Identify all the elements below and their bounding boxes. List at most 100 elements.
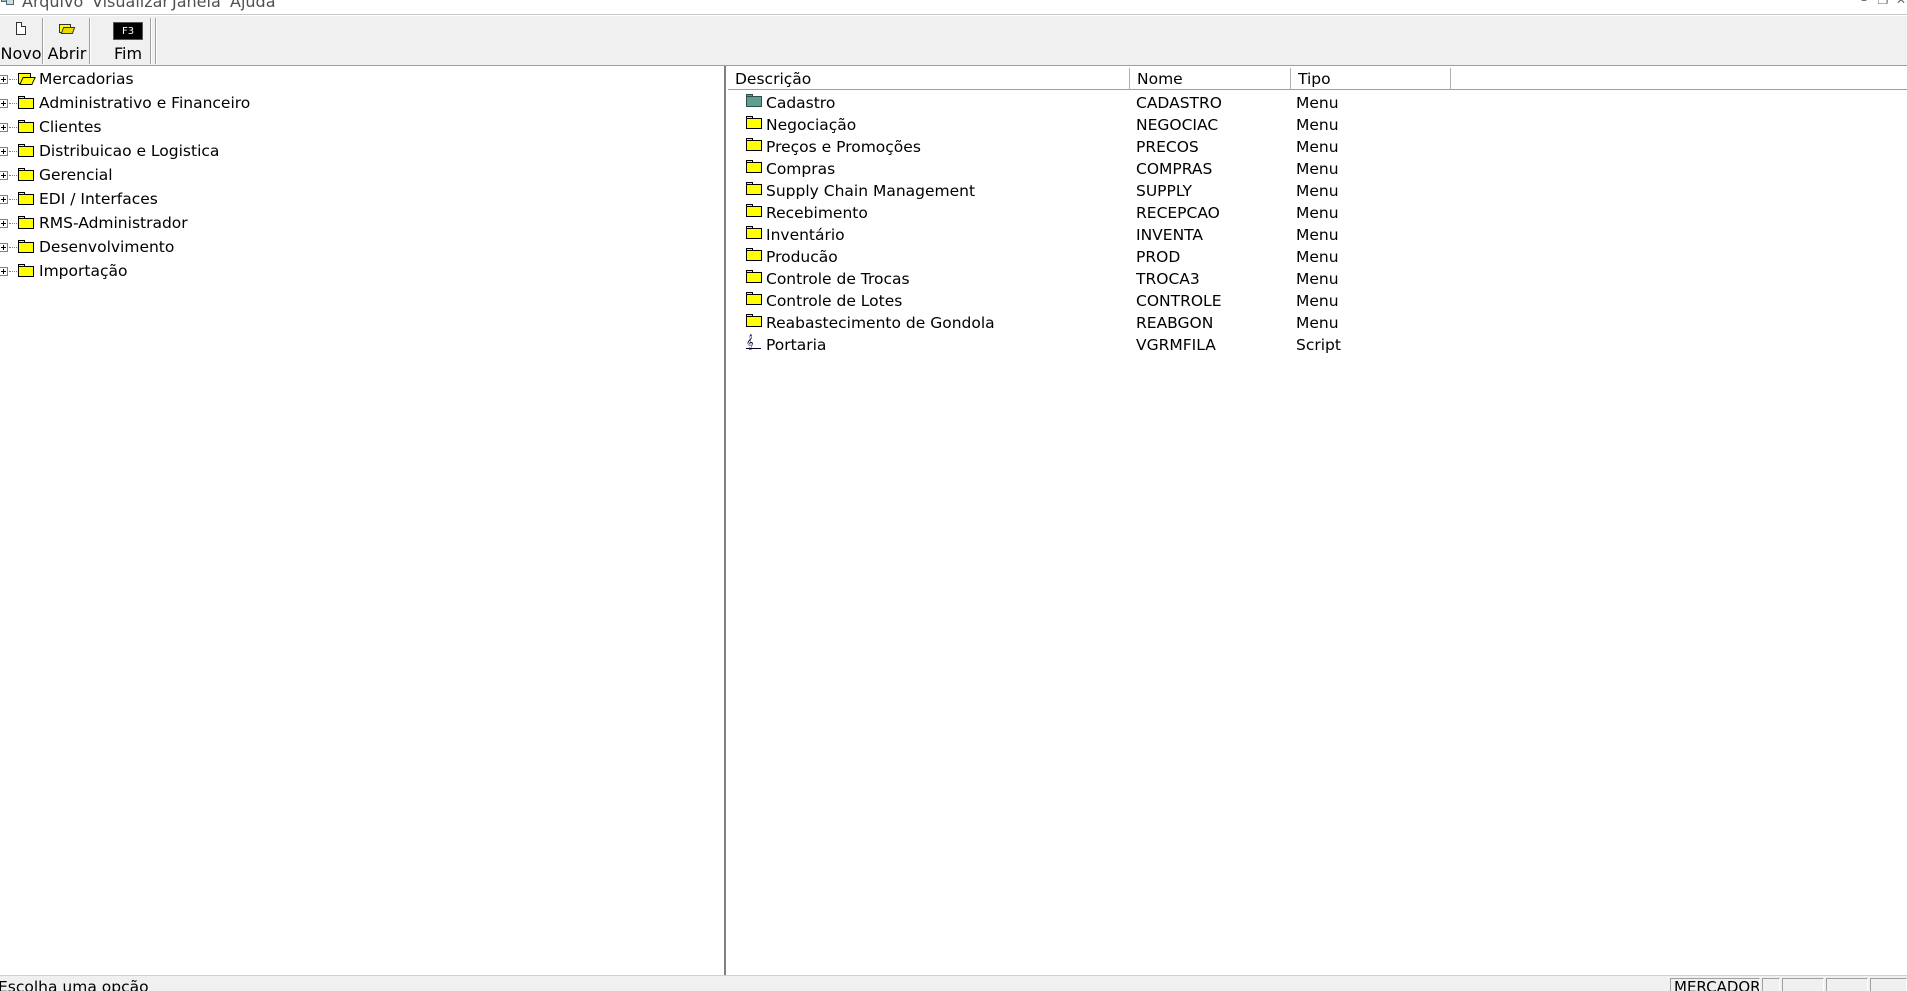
- list-row[interactable]: Cadastro CADASTRO Menu: [728, 92, 1907, 114]
- row-tipo: Menu: [1296, 292, 1339, 310]
- row-nome: VGRMFILA: [1136, 336, 1216, 354]
- close-button[interactable]: ✕: [1891, 0, 1907, 9]
- folder-icon: [18, 144, 34, 157]
- tree-item-label: Clientes: [39, 118, 102, 136]
- column-header-nome[interactable]: Nome: [1130, 68, 1291, 90]
- row-nome: PROD: [1136, 248, 1181, 266]
- abrir-label: Abrir: [47, 44, 87, 63]
- menu-bar: Arquivo Visualizar Janela Ajuda – ❐ ✕: [0, 0, 1907, 15]
- list-row[interactable]: Inventário INVENTA Menu: [728, 224, 1907, 246]
- folder-icon: [18, 192, 34, 205]
- open-folder-icon: [59, 22, 76, 34]
- folder-icon: [746, 204, 762, 217]
- tree-item-edi-interfaces[interactable]: EDI / Interfaces: [0, 188, 720, 210]
- tree-item-desenvolvimento[interactable]: Desenvolvimento: [0, 236, 720, 258]
- expand-icon[interactable]: [0, 123, 8, 132]
- expand-icon[interactable]: [0, 267, 8, 276]
- folder-icon: [746, 138, 762, 151]
- list-row[interactable]: Producão PROD Menu: [728, 246, 1907, 268]
- row-tipo: Menu: [1296, 204, 1339, 222]
- expand-icon[interactable]: [0, 147, 8, 156]
- status-bar: Escolha uma opção MERCADOR: [0, 975, 1907, 991]
- tree-item-label: RMS-Administrador: [39, 214, 188, 232]
- list-row[interactable]: 𝄞 Portaria VGRMFILA Script: [728, 334, 1907, 356]
- tree-item-label: Mercadorias: [39, 70, 134, 88]
- status-panel: [1870, 978, 1907, 991]
- folder-icon: [746, 160, 762, 173]
- tree-item-label: Importação: [39, 262, 128, 280]
- novo-label: Novo: [0, 44, 42, 63]
- script-icon: 𝄞: [746, 336, 762, 352]
- fim-button[interactable]: F3 Fim: [106, 18, 150, 64]
- row-nome: NEGOCIAC: [1136, 116, 1219, 134]
- folder-icon: [746, 292, 762, 305]
- tree-item-administrativo[interactable]: Administrativo e Financeiro: [0, 92, 720, 114]
- folder-icon: [746, 116, 762, 129]
- tree-pane[interactable]: Mercadorias Administrativo e Financeiro …: [0, 66, 726, 975]
- column-header-tipo[interactable]: Tipo: [1291, 68, 1451, 90]
- list-row[interactable]: Controle de Trocas TROCA3 Menu: [728, 268, 1907, 290]
- new-document-icon: [16, 22, 26, 35]
- toolbar: Novo Abrir F3 Fim: [0, 16, 1907, 66]
- menu-visualizar[interactable]: Visualizar: [92, 0, 169, 12]
- menu-janela[interactable]: Janela: [172, 0, 221, 12]
- row-tipo: Menu: [1296, 314, 1339, 332]
- tree-item-clientes[interactable]: Clientes: [0, 116, 720, 138]
- row-tipo: Menu: [1296, 270, 1339, 288]
- list-row[interactable]: Controle de Lotes CONTROLE Menu: [728, 290, 1907, 312]
- folder-icon: [18, 168, 34, 181]
- toolbar-separator: [89, 18, 91, 64]
- row-tipo: Menu: [1296, 182, 1339, 200]
- tree-item-importacao[interactable]: Importação: [0, 260, 720, 282]
- row-nome: CADASTRO: [1136, 94, 1222, 112]
- expand-icon[interactable]: [0, 243, 8, 252]
- row-descricao: Producão: [766, 248, 838, 266]
- tree-item-distribuicao[interactable]: Distribuicao e Logistica: [0, 140, 720, 162]
- menu-arquivo[interactable]: Arquivo: [22, 0, 83, 12]
- folder-icon: [18, 240, 34, 253]
- list-row[interactable]: Preços e Promoções PRECOS Menu: [728, 136, 1907, 158]
- folder-icon: [746, 182, 762, 195]
- list-row[interactable]: Supply Chain Management SUPPLY Menu: [728, 180, 1907, 202]
- expand-icon[interactable]: [0, 171, 8, 180]
- tree-item-label: Distribuicao e Logistica: [39, 142, 220, 160]
- expand-icon[interactable]: [0, 99, 8, 108]
- column-header-descricao[interactable]: Descrição: [728, 68, 1130, 90]
- row-tipo: Menu: [1296, 94, 1339, 112]
- toolbar-separator: [42, 18, 44, 64]
- row-descricao: Preços e Promoções: [766, 138, 921, 156]
- tree-item-rms-administrador[interactable]: RMS-Administrador: [0, 212, 720, 234]
- toolbar-separator: [150, 18, 152, 64]
- row-tipo: Script: [1296, 336, 1341, 354]
- row-descricao: Controle de Trocas: [766, 270, 910, 288]
- row-descricao: Controle de Lotes: [766, 292, 903, 310]
- tree-item-mercadorias[interactable]: Mercadorias: [0, 68, 720, 90]
- restore-button[interactable]: ❐: [1873, 0, 1893, 9]
- tree-item-label: Administrativo e Financeiro: [39, 94, 251, 112]
- row-descricao: Reabastecimento de Gondola: [766, 314, 995, 332]
- folder-icon: [746, 94, 762, 107]
- novo-button[interactable]: Novo: [0, 18, 42, 64]
- menu-ajuda[interactable]: Ajuda: [230, 0, 276, 12]
- tree-item-label: Desenvolvimento: [39, 238, 175, 256]
- row-tipo: Menu: [1296, 138, 1339, 156]
- row-nome: REABGON: [1136, 314, 1214, 332]
- list-row[interactable]: Compras COMPRAS Menu: [728, 158, 1907, 180]
- app-icon[interactable]: [1, 0, 15, 6]
- list-pane[interactable]: Descrição Nome Tipo Cadastro CADASTRO Me…: [728, 66, 1907, 975]
- open-folder-icon: [18, 72, 36, 85]
- expand-icon[interactable]: [0, 219, 8, 228]
- status-panel: [1762, 978, 1780, 991]
- fim-label: Fim: [113, 44, 143, 63]
- list-row[interactable]: Recebimento RECEPCAO Menu: [728, 202, 1907, 224]
- list-row[interactable]: Negociação NEGOCIAC Menu: [728, 114, 1907, 136]
- row-nome: SUPPLY: [1136, 182, 1192, 200]
- minimize-button[interactable]: –: [1854, 0, 1874, 9]
- row-tipo: Menu: [1296, 226, 1339, 244]
- folder-icon: [18, 120, 34, 133]
- tree-item-gerencial[interactable]: Gerencial: [0, 164, 720, 186]
- expand-icon[interactable]: [0, 75, 8, 84]
- abrir-button[interactable]: Abrir: [45, 18, 89, 64]
- expand-icon[interactable]: [0, 195, 8, 204]
- list-row[interactable]: Reabastecimento de Gondola REABGON Menu: [728, 312, 1907, 334]
